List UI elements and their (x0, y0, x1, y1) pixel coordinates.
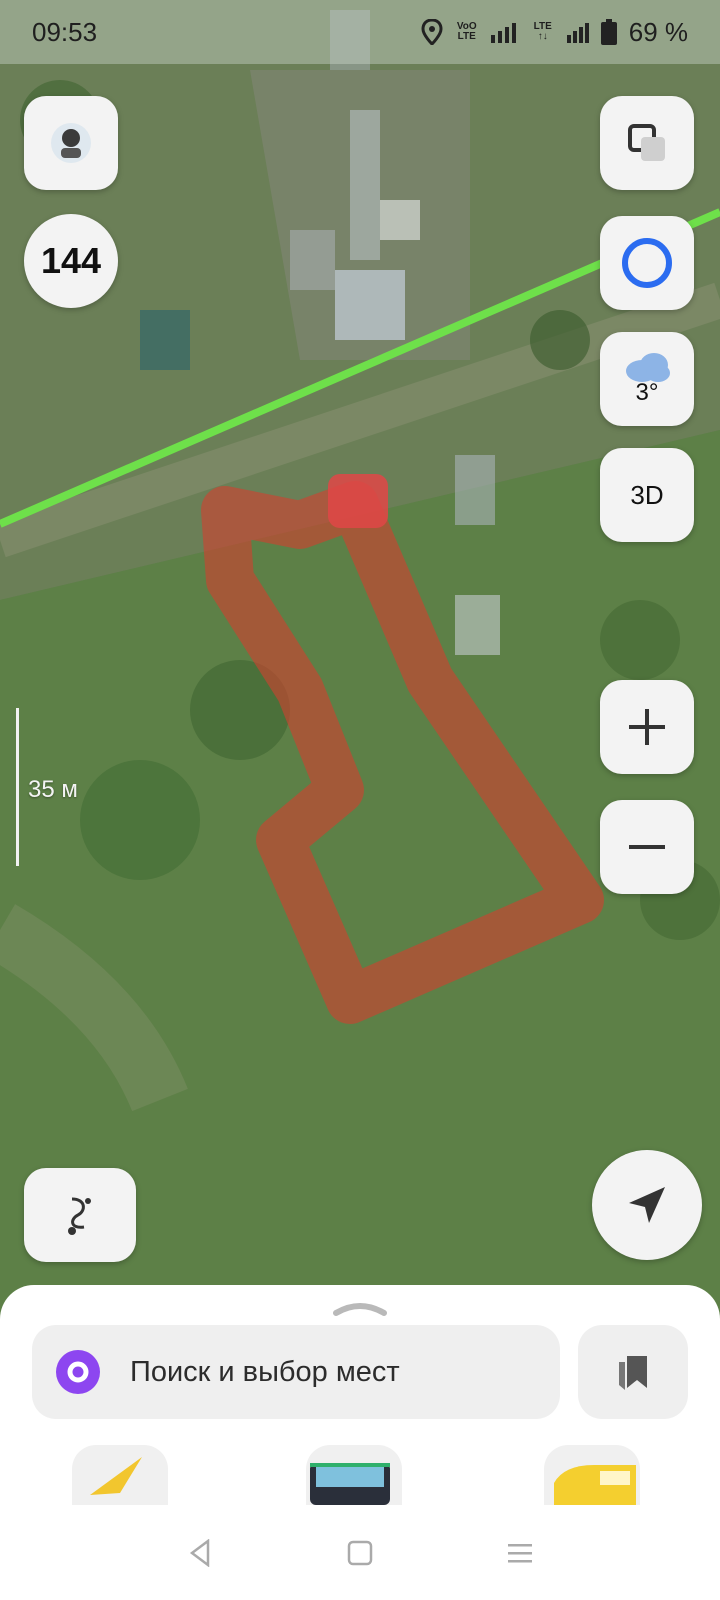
layers-button[interactable] (600, 96, 694, 190)
taxi-tile[interactable] (544, 1445, 640, 1505)
traffic-score-badge[interactable]: 144 (24, 214, 118, 308)
navigator-arrow-icon (90, 1457, 142, 1495)
menu-icon[interactable] (506, 1541, 534, 1565)
weather-temperature: 3° (635, 379, 659, 406)
search-placeholder: Поиск и выбор мест (130, 1355, 400, 1388)
alice-button[interactable] (600, 216, 694, 310)
bus-icon (310, 1463, 390, 1505)
battery-icon (600, 19, 617, 45)
weather-button[interactable]: 3° (600, 332, 694, 426)
system-navigation-bar (0, 1505, 720, 1600)
3d-label: 3D (630, 479, 664, 510)
location-icon (421, 19, 443, 45)
route-button[interactable] (24, 1168, 136, 1262)
status-icons: VoO LTE LTE ↑↓ 69 % (421, 17, 688, 48)
route-icon (68, 1197, 91, 1235)
plus-icon (629, 709, 665, 745)
layers-icon (628, 124, 665, 161)
status-time: 09:53 (32, 16, 98, 47)
alice-assistant-icon (622, 238, 672, 288)
lte-indicator: LTE ↑↓ (533, 21, 552, 42)
battery-percent: 69 % (628, 16, 688, 47)
alice-search-icon[interactable] (56, 1350, 100, 1394)
signal-icon (490, 23, 516, 43)
my-location-button[interactable] (592, 1150, 702, 1260)
back-icon[interactable] (186, 1538, 214, 1567)
zoom-out-button[interactable] (600, 800, 694, 894)
bookmarks-button[interactable] (578, 1325, 688, 1419)
minus-icon (629, 845, 665, 849)
navigator-tile[interactable] (72, 1445, 168, 1505)
bookmarks-icon (619, 1356, 647, 1390)
scale-label: 35 м (28, 776, 78, 803)
zoom-in-button[interactable] (600, 680, 694, 774)
volte-indicator: VoO LTE (456, 21, 477, 42)
status-bar: 09:53 VoO LTE LTE ↑↓ 69 % (0, 0, 720, 64)
sheet-handle-icon[interactable] (332, 1297, 388, 1317)
avatar-button[interactable] (24, 96, 118, 190)
search-bar[interactable]: Поиск и выбор мест (32, 1325, 560, 1419)
3d-button[interactable]: 3D (600, 448, 694, 542)
taxi-car-icon (554, 1465, 636, 1505)
navigation-arrow-icon (629, 1187, 665, 1223)
traffic-score: 144 (40, 240, 102, 281)
transport-tile[interactable] (306, 1445, 402, 1505)
scale-bar (16, 708, 19, 866)
avatar-icon (51, 123, 91, 163)
home-icon[interactable] (347, 1540, 373, 1566)
signal-icon-2 (566, 23, 589, 43)
